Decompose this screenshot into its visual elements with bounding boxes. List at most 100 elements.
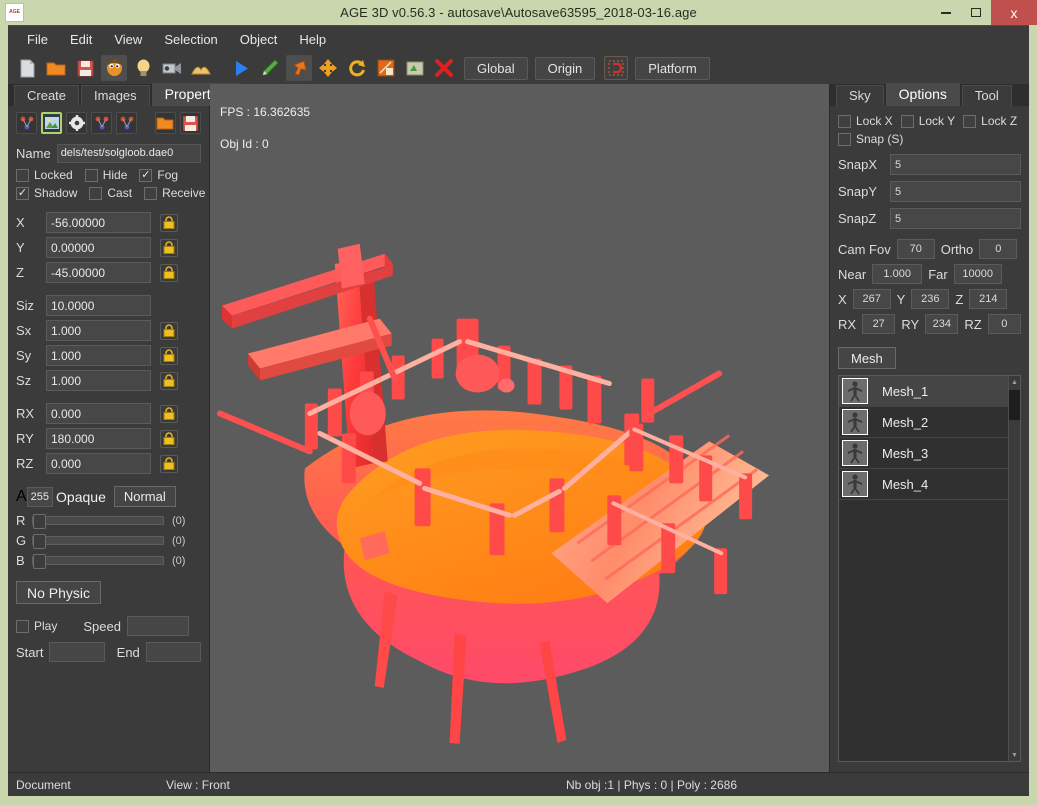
checkbox-cast[interactable]: Cast xyxy=(89,186,144,200)
no-physic-button[interactable]: No Physic xyxy=(16,581,102,604)
sy-input[interactable]: 1.000 xyxy=(46,345,151,366)
hide-checkbox[interactable] xyxy=(84,168,98,182)
list-item[interactable]: Mesh_3 xyxy=(839,438,1008,469)
g-slider-knob[interactable] xyxy=(33,534,46,549)
x-input[interactable]: -56.00000 xyxy=(46,212,151,233)
rz-lock-icon[interactable] xyxy=(160,454,178,473)
r-slider-knob[interactable] xyxy=(33,514,46,529)
checkbox-snap[interactable]: Snap (S) xyxy=(838,132,915,146)
open-folder-icon[interactable] xyxy=(43,55,69,81)
x-lock-icon[interactable] xyxy=(160,213,178,232)
snap-checkbox[interactable] xyxy=(838,132,851,146)
pencil-icon[interactable] xyxy=(257,55,283,81)
terrain-icon[interactable] xyxy=(188,55,214,81)
rotate-icon[interactable] xyxy=(344,55,370,81)
mesh-button[interactable]: Mesh xyxy=(838,347,896,369)
list-item[interactable]: Mesh_1 xyxy=(839,376,1008,407)
y-lock-icon[interactable] xyxy=(160,238,178,257)
3d-viewport[interactable]: FPS : 16.362635 Obj Id : 0 xyxy=(210,84,829,772)
cam-rz-input[interactable]: 0 xyxy=(987,314,1021,334)
menu-item-edit[interactable]: Edit xyxy=(59,28,103,51)
menu-item-file[interactable]: File xyxy=(16,28,59,51)
checkbox-fog[interactable]: Fog xyxy=(139,168,190,182)
camera-icon[interactable] xyxy=(159,55,185,81)
b-slider[interactable] xyxy=(32,554,164,569)
play-checkbox[interactable] xyxy=(16,619,29,633)
alpha-input[interactable]: 255 xyxy=(26,486,54,507)
texture-image-icon[interactable] xyxy=(41,112,63,134)
sz-input[interactable]: 1.000 xyxy=(46,370,151,391)
node-icon-1[interactable] xyxy=(16,112,38,134)
shadow-checkbox[interactable] xyxy=(16,186,29,200)
near-input[interactable]: 1.000 xyxy=(872,264,923,284)
receive-checkbox[interactable] xyxy=(144,186,158,200)
checkbox-receive[interactable]: Receive xyxy=(144,186,209,200)
save-floppy-icon[interactable] xyxy=(72,55,98,81)
character-icon[interactable] xyxy=(101,55,127,81)
scroll-thumb[interactable] xyxy=(1009,390,1020,420)
list-item[interactable]: Mesh_2 xyxy=(839,407,1008,438)
cast-checkbox[interactable] xyxy=(89,186,103,200)
checkbox-shadow[interactable]: Shadow xyxy=(16,186,89,200)
sx-input[interactable]: 1.000 xyxy=(46,320,151,341)
ry-input[interactable]: 180.000 xyxy=(46,428,151,449)
sz-lock-icon[interactable] xyxy=(160,371,178,390)
cam-z-input[interactable]: 214 xyxy=(969,289,1008,309)
end-input[interactable] xyxy=(145,642,201,662)
speed-input[interactable] xyxy=(126,616,189,636)
scroll-down-icon[interactable]: ▼ xyxy=(1009,749,1021,761)
clone-icon[interactable] xyxy=(402,55,428,81)
checkbox-hide[interactable]: Hide xyxy=(84,168,140,182)
locked-checkbox[interactable] xyxy=(16,168,29,182)
rz-input[interactable]: 0.000 xyxy=(46,453,151,474)
menu-item-object[interactable]: Object xyxy=(229,28,289,51)
scroll-up-icon[interactable]: ▲ xyxy=(1009,376,1021,388)
z-lock-icon[interactable] xyxy=(160,263,178,282)
size-input[interactable]: 10.0000 xyxy=(46,295,151,316)
name-input[interactable]: dels/test/solgloob.dae0 xyxy=(56,144,201,163)
cam-rx-input[interactable]: 27 xyxy=(862,314,896,334)
z-input[interactable]: -45.00000 xyxy=(46,262,151,283)
origin-button[interactable]: Origin xyxy=(534,56,596,80)
blend-mode-button[interactable]: Normal xyxy=(113,486,176,507)
gear-settings-icon[interactable] xyxy=(66,112,88,134)
cam-fov-input[interactable]: 70 xyxy=(896,239,935,259)
lock-z-checkbox[interactable] xyxy=(963,114,977,128)
save-floppy-icon[interactable] xyxy=(179,112,201,134)
checkbox-lock-z[interactable]: Lock Z xyxy=(963,114,1017,128)
snapx-input[interactable]: 5 xyxy=(890,154,1021,175)
global-button[interactable]: Global xyxy=(464,56,528,80)
rx-input[interactable]: 0.000 xyxy=(46,403,151,424)
rx-lock-icon[interactable] xyxy=(160,404,178,423)
node-icon-2[interactable] xyxy=(91,112,113,134)
tab-options[interactable]: Options xyxy=(885,83,960,106)
y-input[interactable]: 0.00000 xyxy=(46,237,151,258)
sx-lock-icon[interactable] xyxy=(160,321,178,340)
open-folder-icon[interactable] xyxy=(154,112,176,134)
delete-icon[interactable] xyxy=(431,55,457,81)
menu-item-view[interactable]: View xyxy=(103,28,153,51)
sy-lock-icon[interactable] xyxy=(160,346,178,365)
mesh-list[interactable]: Mesh_1 Mesh_2 Mesh_3 Mesh_4 ▲ ▼ xyxy=(838,375,1021,762)
b-slider-knob[interactable] xyxy=(33,554,46,569)
cam-ry-input[interactable]: 234 xyxy=(925,314,959,334)
lock-y-checkbox[interactable] xyxy=(900,114,914,128)
list-item[interactable]: Mesh_4 xyxy=(839,469,1008,500)
platform-button[interactable]: Platform xyxy=(635,56,710,80)
fog-checkbox[interactable] xyxy=(139,168,153,182)
cam-y-input[interactable]: 236 xyxy=(911,289,950,309)
tab-create[interactable]: Create xyxy=(14,85,80,106)
ry-lock-icon[interactable] xyxy=(160,429,178,448)
checkbox-lock-y[interactable]: Lock Y xyxy=(900,114,963,128)
node-icon-3[interactable] xyxy=(116,112,138,134)
select-arrow-icon[interactable] xyxy=(286,55,312,81)
start-input[interactable] xyxy=(49,642,105,662)
scale-icon[interactable] xyxy=(373,55,399,81)
snapz-input[interactable]: 5 xyxy=(890,208,1021,229)
tab-tool[interactable]: Tool xyxy=(961,85,1012,106)
menu-item-selection[interactable]: Selection xyxy=(153,28,228,51)
light-bulb-icon[interactable] xyxy=(130,55,156,81)
checkbox-locked[interactable]: Locked xyxy=(16,168,85,182)
cam-x-input[interactable]: 267 xyxy=(852,289,891,309)
checkbox-lock-x[interactable]: Lock X xyxy=(838,114,901,128)
